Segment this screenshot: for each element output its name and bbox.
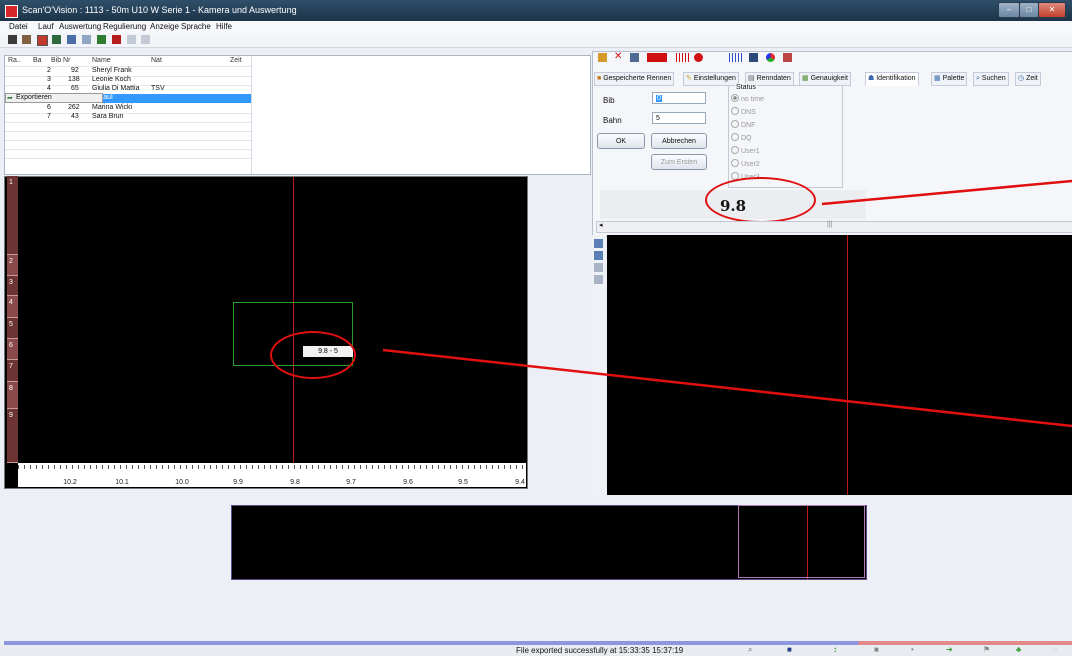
settings-icon[interactable]: ◌: [1052, 645, 1057, 654]
green-marker-icon[interactable]: ↕: [833, 645, 837, 654]
dot-icon[interactable]: •: [911, 645, 914, 654]
arrow-right-icon[interactable]: ➔: [946, 645, 953, 654]
person-icon[interactable]: ♣: [1016, 645, 1021, 654]
tool-icon[interactable]: ⚑: [983, 645, 990, 654]
search-icon[interactable]: ⌕: [748, 645, 752, 655]
status-message: File exported successfully at 15:33:35 1…: [516, 646, 684, 655]
grey-marker-icon[interactable]: ■: [874, 645, 879, 654]
overview-viewport[interactable]: [738, 505, 865, 578]
status-bar: File exported successfully at 15:33:35 1…: [0, 645, 1072, 656]
flag-icon[interactable]: ■: [787, 645, 792, 654]
